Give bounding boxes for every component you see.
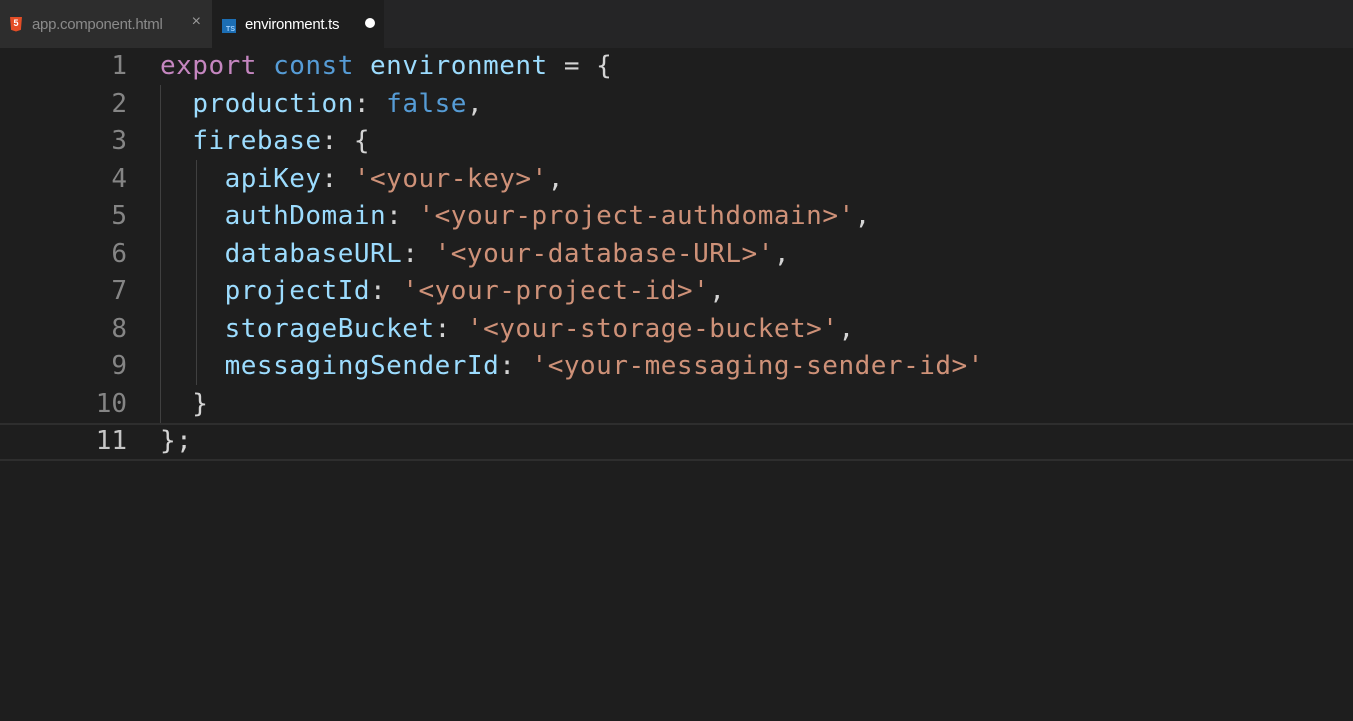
code-text[interactable]: } (160, 386, 208, 423)
code-line[interactable]: 11}; (0, 423, 1353, 461)
close-icon[interactable]: × (192, 13, 201, 31)
unsaved-changes-dot-icon[interactable] (365, 18, 375, 28)
code-text[interactable]: projectId: '<your-project-id>', (160, 273, 725, 310)
code-text[interactable]: storageBucket: '<your-storage-bucket>', (160, 311, 855, 348)
line-number: 11 (95, 426, 127, 456)
code-text[interactable]: apiKey: '<your-key>', (160, 161, 564, 198)
line-number: 2 (111, 88, 127, 119)
code-token: export (160, 51, 257, 81)
code-token: apiKey (224, 163, 322, 194)
code-token: : (402, 238, 435, 269)
code-token: : (321, 163, 354, 194)
code-token: messagingSenderId (224, 351, 500, 381)
tab-app-component-html[interactable]: 5 app.component.html × (0, 0, 212, 48)
code-token: , (709, 276, 726, 306)
code-line[interactable]: 8 storageBucket: '<your-storage-bucket>'… (0, 311, 1353, 349)
line-number: 3 (111, 126, 127, 156)
line-number: 8 (111, 313, 127, 344)
code-token: : { (321, 126, 371, 156)
code-token: : (353, 88, 387, 119)
code-token: production (192, 88, 354, 119)
code-text[interactable]: production: false, (160, 86, 483, 123)
code-token: projectId (224, 276, 371, 306)
code-text[interactable]: messagingSenderId: '<your-messaging-send… (160, 348, 984, 385)
code-token: const (273, 51, 354, 81)
code-editor[interactable]: 1 export const environment = {2 productio… (0, 48, 1353, 721)
code-token: '<your-storage-bucket>' (466, 313, 839, 344)
code-token: '<your-database-URL>' (434, 238, 774, 269)
code-token: '<your-messaging-sender-id>' (531, 351, 984, 381)
code-text[interactable]: databaseURL: '<your-database-URL>', (160, 236, 790, 273)
code-token: } (160, 388, 209, 419)
code-token: '<your-project-authdomain>' (418, 201, 855, 231)
code-line[interactable]: 6 databaseURL: '<your-database-URL>', (0, 236, 1353, 274)
code-token: , (838, 313, 855, 344)
code-token: , (466, 88, 484, 119)
code-line[interactable]: 3 firebase: { (0, 123, 1353, 161)
code-line[interactable]: 7 projectId: '<your-project-id>', (0, 273, 1353, 311)
code-line[interactable]: 9 messagingSenderId: '<your-messaging-se… (0, 348, 1353, 386)
code-text[interactable]: }; (160, 423, 192, 460)
tab-label: app.component.html (32, 15, 163, 33)
code-token: : (386, 201, 419, 231)
line-number: 7 (111, 276, 127, 306)
code-token: storageBucket (224, 313, 435, 344)
code-token: = { (547, 51, 613, 81)
code-token: , (773, 238, 791, 269)
code-text[interactable]: export const environment = { (160, 48, 612, 85)
code-token: : (370, 276, 403, 306)
code-token: environment (370, 51, 548, 81)
line-number: 10 (95, 388, 127, 419)
code-line[interactable]: 2 production: false, (0, 86, 1353, 124)
code-line[interactable]: 1 export const environment = { (0, 48, 1353, 86)
code-text[interactable]: firebase: { (160, 123, 370, 160)
line-number: 9 (111, 351, 127, 381)
code-token: authDomain (224, 201, 387, 231)
line-number: 4 (111, 163, 127, 194)
tab-bar: 5 app.component.html × TS environment.ts (0, 0, 1353, 48)
tab-label: environment.ts (245, 15, 340, 33)
tab-environment-ts[interactable]: TS environment.ts (212, 0, 384, 48)
line-number: 6 (111, 238, 127, 269)
code-text[interactable]: authDomain: '<your-project-authdomain>', (160, 198, 871, 235)
code-line[interactable]: 5 authDomain: '<your-project-authdomain>… (0, 198, 1353, 236)
code-token: '<your-key>' (353, 163, 548, 194)
line-number: 1 (111, 51, 127, 81)
code-line[interactable]: 4 apiKey: '<your-key>', (0, 161, 1353, 199)
code-line[interactable]: 10 } (0, 386, 1353, 424)
code-token: }; (160, 426, 193, 456)
line-number: 5 (111, 201, 127, 231)
code-token: : (499, 351, 532, 381)
code-token: '<your-project-id>' (402, 276, 710, 306)
code-token: firebase (192, 126, 322, 156)
code-token: databaseURL (224, 238, 403, 269)
html5-icon: 5 (10, 16, 22, 32)
code-token: : (434, 313, 467, 344)
code-token: , (547, 163, 564, 194)
typescript-icon: TS (222, 18, 236, 33)
code-token: false (386, 88, 467, 119)
code-token: , (854, 201, 871, 231)
